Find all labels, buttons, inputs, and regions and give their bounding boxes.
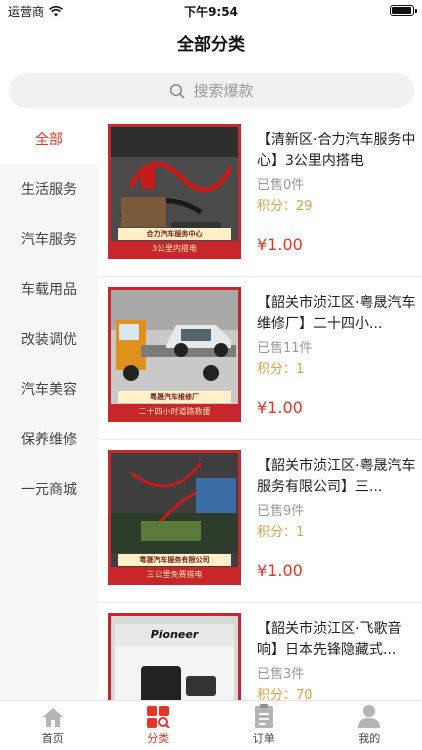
product-card[interactable]: 粤晟汽车维修厂 二十四小时道路救援 【韶关市浈江区·粤晟汽车维修厂】二十四小..… [98, 277, 422, 440]
product-title: 【韶关市浈江区·粤晟汽车服务有限公司】三... [257, 458, 416, 495]
product-points: 积分：29 [257, 199, 313, 214]
product-title: 【韶关市浈江区·粤晟汽车维修厂】二十四小... [257, 295, 416, 332]
product-card[interactable]: Pioneer 【韶关市浈江区·飞歌音响】日本先锋隐藏式... 已售3件 积分：… [98, 603, 422, 700]
tab-orders[interactable]: 订单 [211, 701, 317, 750]
image-subcaption: 三公里免费搭电 [111, 567, 238, 582]
page-title: 全部分类 [177, 35, 245, 55]
status-bar: 运营商 下午9:54 [0, 0, 422, 22]
product-card[interactable]: 合力汽车服务中心 3公里内搭电 【清新区·合力汽车服务中心】3公里内搭电 已售0… [98, 114, 422, 277]
sidebar-item-label: 生活服务 [21, 182, 77, 198]
product-image[interactable]: 粤晟汽车维修厂 二十四小时道路救援 [108, 287, 241, 422]
sidebar-item-life-service[interactable]: 生活服务 [0, 164, 98, 214]
sidebar-item-car-service[interactable]: 汽车服务 [0, 214, 98, 264]
tab-bar: 首页 分类 订单 我的 [0, 700, 422, 750]
sidebar-item-tuning[interactable]: 改装调优 [0, 314, 98, 364]
product-sold: 已售3件 [257, 667, 305, 682]
sidebar-item-label: 车载用品 [21, 282, 77, 298]
product-title: 【清新区·合力汽车服务中心】3公里内搭电 [257, 132, 416, 169]
battery-icon [390, 5, 417, 16]
tab-label: 订单 [252, 732, 275, 745]
tab-label: 分类 [147, 732, 170, 745]
product-sold: 已售9件 [257, 504, 305, 519]
image-caption: 粤晟汽车服务有限公司 [118, 554, 231, 566]
product-price: ¥1.00 [257, 398, 303, 417]
category-icon [147, 706, 170, 728]
sidebar-item-car-beauty[interactable]: 汽车美容 [0, 364, 98, 414]
tab-profile[interactable]: 我的 [317, 701, 422, 750]
image-caption: 粤晟汽车维修厂 [118, 391, 231, 403]
home-icon [42, 708, 63, 727]
sidebar-item-label: 全部 [35, 132, 63, 148]
product-card[interactable]: 粤晟汽车服务有限公司 三公里免费搭电 【韶关市浈江区·粤晟汽车服务有限公司】三.… [98, 440, 422, 603]
status-time: 下午9:54 [184, 5, 238, 19]
tab-label: 首页 [41, 732, 64, 745]
image-subcaption: 3公里内搭电 [111, 241, 238, 256]
tab-label: 我的 [358, 732, 381, 745]
sidebar-item-label: 一元商城 [21, 482, 77, 498]
sidebar-item-all[interactable]: 全部 [0, 114, 98, 164]
sidebar-item-one-yuan-mall[interactable]: 一元商城 [0, 464, 98, 514]
product-price: ¥1.00 [257, 235, 303, 254]
sidebar-item-maintenance[interactable]: 保养维修 [0, 414, 98, 464]
product-list: 合力汽车服务中心 3公里内搭电 【清新区·合力汽车服务中心】3公里内搭电 已售0… [98, 114, 422, 700]
sidebar-item-label: 汽车美容 [21, 382, 77, 398]
search-placeholder: 搜索爆款 [193, 82, 254, 100]
image-subcaption: 二十四小时道路救援 [111, 404, 238, 419]
product-image[interactable]: Pioneer [108, 613, 241, 700]
sidebar-item-label: 保养维修 [21, 432, 77, 448]
tab-home[interactable]: 首页 [0, 701, 106, 750]
product-price: ¥1.00 [257, 561, 303, 580]
product-image[interactable]: 合力汽车服务中心 3公里内搭电 [108, 124, 241, 259]
sidebar-item-label: 汽车服务 [21, 232, 77, 248]
product-image[interactable]: 粤晟汽车服务有限公司 三公里免费搭电 [108, 450, 241, 585]
sidebar-item-car-accessories[interactable]: 车载用品 [0, 264, 98, 314]
image-caption: Pioneer [150, 628, 199, 641]
product-points: 积分：1 [257, 525, 305, 540]
order-icon [254, 704, 273, 728]
tab-category[interactable]: 分类 [106, 701, 212, 750]
profile-icon [358, 705, 381, 728]
product-title: 【韶关市浈江区·飞歌音响】日本先锋隐藏式... [257, 621, 402, 658]
product-sold: 已售11件 [257, 341, 313, 356]
product-points: 积分：1 [257, 362, 305, 377]
sidebar-item-label: 改装调优 [21, 332, 77, 348]
category-sidebar: 全部 生活服务 汽车服务 车载用品 改装调优 汽车美容 保养维修 一元商城 [0, 114, 98, 700]
image-caption: 合力汽车服务中心 [118, 228, 231, 240]
search-input[interactable]: 搜索爆款 [9, 73, 414, 108]
product-points: 积分：70 [257, 688, 313, 700]
product-sold: 已售0件 [257, 178, 305, 193]
search-icon [170, 83, 185, 98]
